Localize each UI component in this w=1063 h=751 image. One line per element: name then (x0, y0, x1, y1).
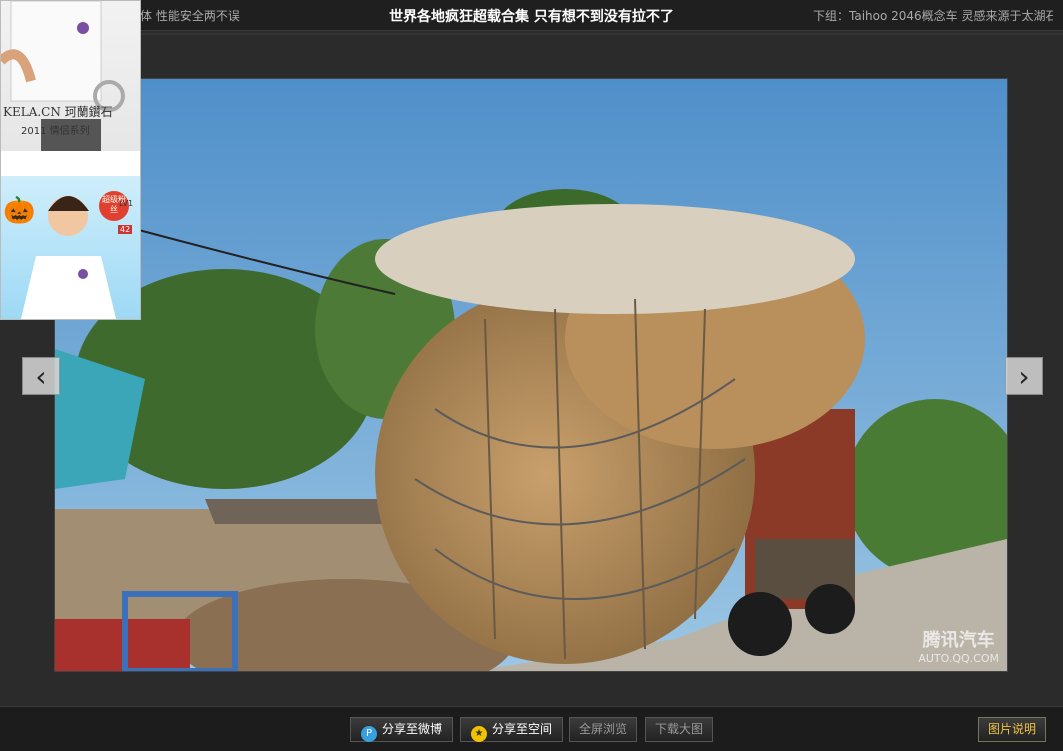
bottom-toolbar: P 分享至微博 ★ 分享至空间 全屏浏览 下载大图 图片说明 (0, 706, 1063, 751)
weibo-icon: P (360, 726, 377, 742)
watermark-main: 腾讯汽车 (922, 630, 995, 651)
qzone-star-icon: ★ (470, 726, 487, 742)
share-qzone-button[interactable]: ★ 分享至空间 (460, 717, 563, 742)
main-photo[interactable]: 腾讯汽车 AUTO.QQ.COM (54, 78, 1008, 672)
watermark-sub: AUTO.QQ.COM (918, 652, 999, 665)
chevron-left-icon: ‹ (35, 359, 47, 393)
share-qzone-label: 分享至空间 (491, 722, 552, 736)
share-weibo-label: 分享至微博 (381, 722, 442, 736)
ad-brand: KELA.CN 珂蘭鑽石 (3, 105, 113, 119)
next-gallery-link[interactable]: 下组：Taihoo 2046概念车 灵感来源于太湖石 (813, 7, 1053, 24)
download-button[interactable]: 下载大图 (645, 717, 713, 742)
ad-banner-top: KELA.CN 珂蘭鑽石 2011 情侣系列 (1, 1, 140, 151)
fan-level: LV1 (119, 199, 134, 208)
next-photo-button[interactable]: › (1005, 357, 1043, 395)
fullscreen-button[interactable]: 全屏浏览 (569, 717, 637, 742)
previous-photo-button[interactable]: ‹ (22, 357, 60, 395)
pumpkin-icon: 🎃 (3, 196, 36, 226)
share-weibo-button[interactable]: P 分享至微博 (350, 717, 453, 742)
ad-tagline: 2011 情侣系列 (21, 126, 90, 137)
top-bar: 体 性能安全两不误 世界各地疯狂超载合集 只有想不到没有拉不了 下组：Taiho… (0, 0, 1063, 31)
overloaded-truck-photo (55, 79, 1007, 671)
divider (0, 33, 1063, 35)
fan-count: 42 (118, 225, 133, 234)
chevron-right-icon: › (1018, 359, 1030, 393)
floating-ad[interactable]: KELA.CN 珂蘭鑽石 2011 情侣系列 🎃 超级粉丝 LV1 42 (0, 0, 141, 320)
watermark: 腾讯汽车 AUTO.QQ.COM (918, 626, 999, 665)
photo-caption-button[interactable]: 图片说明 (978, 717, 1046, 742)
